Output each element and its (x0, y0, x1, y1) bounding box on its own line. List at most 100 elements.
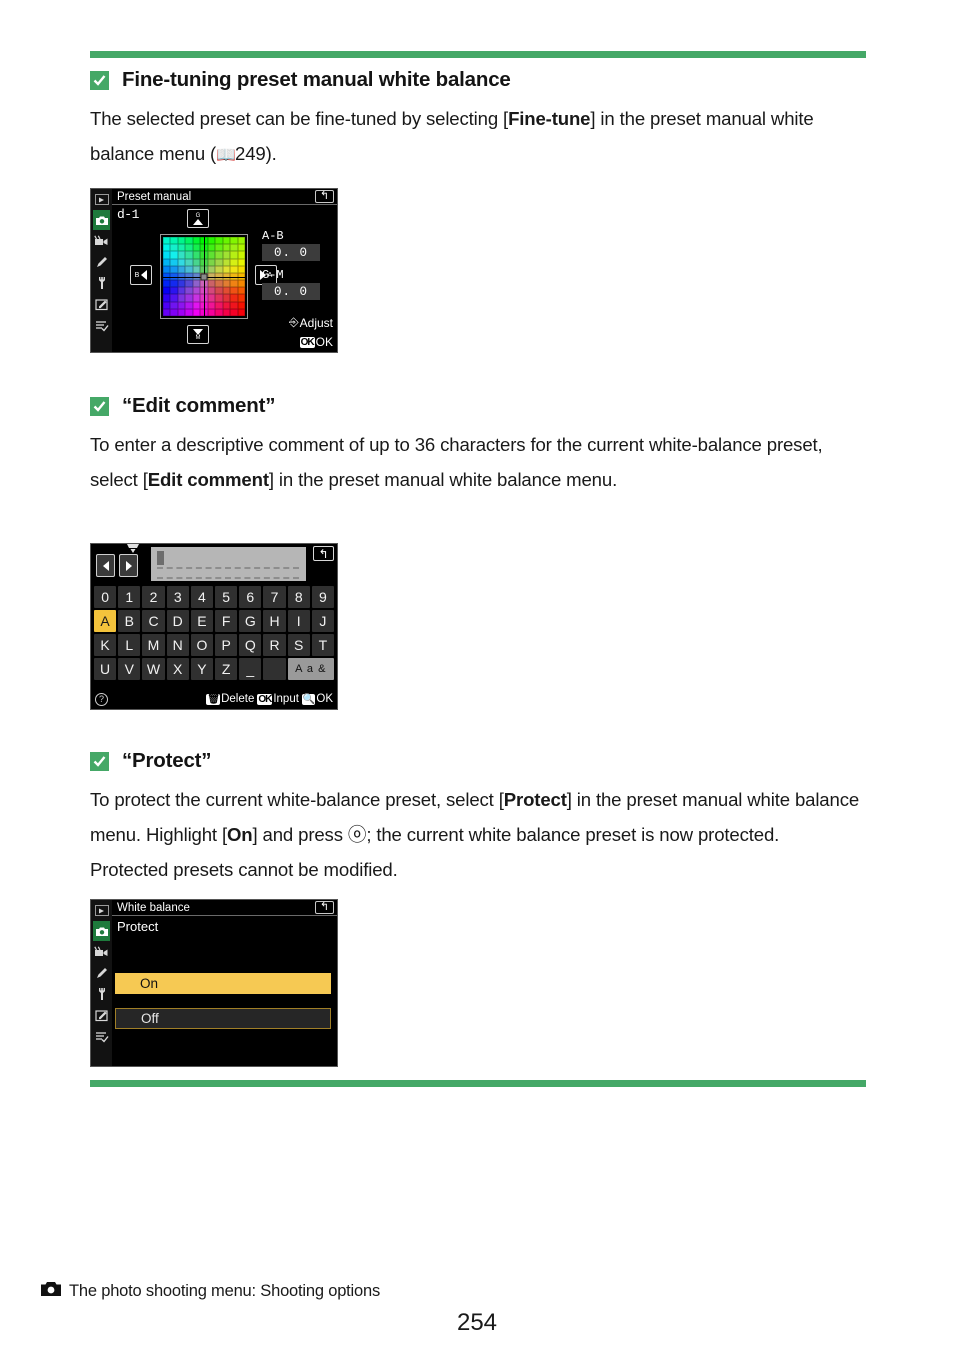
keyboard-key-h[interactable]: H (263, 610, 286, 632)
color-grid-cell (177, 308, 186, 316)
keyboard-key-6[interactable]: 6 (239, 586, 262, 608)
keyboard-key-8[interactable]: 8 (287, 586, 310, 608)
document-page: Fine-tuning preset manual white balance … (0, 0, 954, 1345)
color-grid-cell (222, 237, 231, 245)
keyboard-key-n[interactable]: N (166, 634, 189, 656)
magenta-axis-label: M (195, 334, 201, 341)
section-heading-fine-tuning: Fine-tuning preset manual white balance (90, 68, 880, 92)
keyboard-key-r[interactable]: R (263, 634, 286, 656)
keyboard-key-1[interactable]: 1 (118, 586, 141, 608)
ok-hint: OK OK (299, 335, 333, 349)
keyboard-key-space[interactable] (263, 658, 286, 680)
delete-action[interactable]: 🗑 Delete (206, 693, 254, 705)
keyboard-shift-key[interactable]: A a & (287, 658, 334, 680)
playback-icon[interactable] (94, 194, 109, 205)
return-arrow-icon[interactable]: ↰ (315, 901, 334, 914)
fine-tune-screen-body: Preset manual ↰ d-1 G M B A A-B 0. 0 G-M… (112, 189, 337, 352)
movie-shooting-menu-icon[interactable] (93, 231, 110, 251)
keyboard-key-a[interactable]: A (94, 610, 117, 632)
keyboard-key-e[interactable]: E (190, 610, 214, 632)
keyboard-key-x[interactable]: X (166, 658, 189, 680)
keyboard-key-c[interactable]: C (142, 610, 165, 632)
color-grid-cell (192, 244, 201, 252)
trash-icon: 🗑 (206, 693, 221, 705)
playback-icon[interactable] (94, 905, 109, 916)
color-grid-cell (237, 244, 245, 252)
keyboard-key-p[interactable]: P (215, 634, 238, 656)
ok-hint-label: OK (315, 335, 333, 349)
movie-shooting-menu-icon[interactable] (93, 942, 110, 962)
keyboard-key-9[interactable]: 9 (311, 586, 335, 608)
my-menu-icon[interactable] (93, 1026, 110, 1046)
question-mark-icon[interactable]: ? (95, 692, 108, 706)
magenta-direction-button[interactable]: M (187, 325, 209, 344)
my-menu-icon[interactable] (93, 315, 110, 335)
keyboard-key-3[interactable]: 3 (166, 586, 189, 608)
keyboard-key-4[interactable]: 4 (190, 586, 214, 608)
keyboard-key-j[interactable]: J (311, 610, 335, 632)
keyboard-key-u[interactable]: U (94, 658, 117, 680)
blue-direction-button[interactable]: B (130, 265, 152, 285)
keyboard-key-k[interactable]: K (94, 634, 117, 656)
keyboard-key-o[interactable]: O (190, 634, 214, 656)
keyboard-key-m[interactable]: M (142, 634, 165, 656)
keyboard-key-t[interactable]: T (311, 634, 335, 656)
keyboard-key-q[interactable]: Q (239, 634, 262, 656)
ok-action[interactable]: 🔍 OK (301, 693, 333, 705)
return-arrow-icon[interactable]: ↰ (313, 546, 334, 561)
keyboard-key-l[interactable]: L (118, 634, 141, 656)
color-grid-cell (170, 265, 178, 273)
keyboard-key-s[interactable]: S (287, 634, 310, 656)
option-off[interactable]: Off (115, 1008, 331, 1029)
keyboard-key-y[interactable]: Y (190, 658, 214, 680)
setup-menu-icon[interactable] (93, 984, 110, 1004)
option-on-label: On (140, 976, 159, 991)
cursor-right-button[interactable] (119, 554, 138, 577)
keyboard-key-underscore[interactable]: _ (239, 658, 262, 680)
setup-menu-icon[interactable] (93, 273, 110, 293)
keyboard-key-7[interactable]: 7 (263, 586, 286, 608)
input-action[interactable]: OK Input (257, 693, 299, 705)
color-grid-cell (207, 265, 216, 273)
keyboard-key-z[interactable]: Z (215, 658, 238, 680)
keyboard-key-d[interactable]: D (166, 610, 189, 632)
comment-text-input[interactable] (151, 547, 306, 581)
photo-shooting-menu-icon[interactable] (93, 210, 110, 230)
custom-settings-icon[interactable] (93, 252, 110, 272)
color-grid-cell (215, 301, 223, 309)
magnifier-icon: 🔍 (301, 693, 315, 705)
gm-axis-value: 0. 0 (262, 283, 320, 300)
color-grid-cell (177, 237, 186, 245)
return-arrow-icon[interactable]: ↰ (315, 190, 334, 203)
green-direction-button[interactable]: G (187, 209, 209, 228)
keyboard-key-f[interactable]: F (215, 610, 238, 632)
color-grid-cell (215, 287, 223, 295)
retouch-menu-icon[interactable] (93, 294, 110, 314)
keyboard-key-0[interactable]: 0 (94, 586, 117, 608)
keyboard-key-b[interactable]: B (118, 610, 141, 632)
keyboard-key-2[interactable]: 2 (142, 586, 165, 608)
color-grid-cell (207, 294, 216, 302)
color-grid-cell (170, 294, 178, 302)
keyboard-key-v[interactable]: V (118, 658, 141, 680)
custom-settings-icon[interactable] (93, 963, 110, 983)
cursor-left-button[interactable] (96, 554, 115, 577)
keyboard-key-g[interactable]: G (239, 610, 262, 632)
keyboard-key-5[interactable]: 5 (215, 586, 238, 608)
color-grid-cell (230, 287, 238, 295)
grid-position-marker[interactable] (200, 273, 208, 280)
page-reference: 249 (235, 143, 266, 164)
keyboard-footer-bar: ? 🗑 Delete OK Input 🔍 OK (91, 689, 337, 709)
keyboard-key-i[interactable]: I (287, 610, 310, 632)
color-grid-cell (207, 244, 216, 252)
color-grid-cell (185, 265, 193, 273)
retouch-menu-icon[interactable] (93, 1005, 110, 1025)
color-grid-cell (170, 251, 178, 259)
option-on[interactable]: On (115, 973, 331, 994)
color-grid-cell (163, 265, 171, 273)
color-grid-cell (207, 280, 216, 288)
color-grid-cell (237, 258, 245, 266)
keyboard-key-w[interactable]: W (142, 658, 165, 680)
white-balance-color-grid[interactable] (160, 234, 248, 319)
photo-shooting-menu-icon[interactable] (93, 921, 110, 941)
